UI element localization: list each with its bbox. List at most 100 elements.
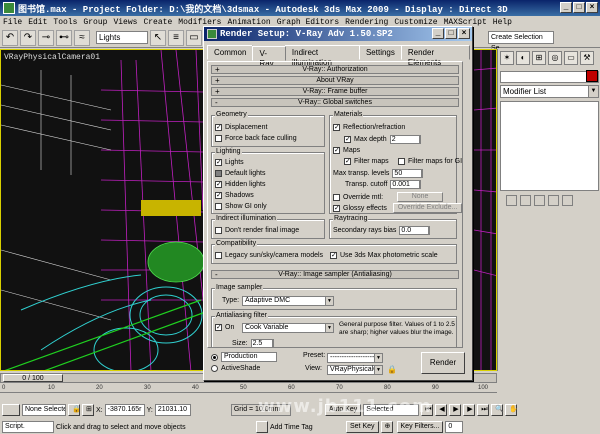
viewport-label[interactable]: VRayPhysicalCamera01 — [4, 53, 100, 62]
tab-vray[interactable]: V-Ray — [252, 46, 286, 68]
hidden-lights-checkbox[interactable]: ✓ Hidden lights — [215, 181, 265, 188]
aa-size-input[interactable]: 2.5 — [250, 339, 273, 347]
select-by-name-icon[interactable]: ≡ — [168, 29, 184, 46]
render-button[interactable]: Render — [421, 352, 465, 374]
transp-cutoff-input[interactable]: 0.001 — [390, 180, 421, 189]
lights-checkbox[interactable]: ✓ Lights — [215, 159, 244, 166]
named-selection-select[interactable]: Create Selection Se — [488, 31, 554, 52]
menu-group[interactable]: Group — [80, 18, 110, 27]
create-tab-icon[interactable]: ✶ — [500, 51, 514, 65]
view-select[interactable]: VRayPhysicalC ▼ — [327, 365, 383, 375]
pin-stack-icon[interactable] — [506, 195, 517, 206]
transp-cutoff-spinner[interactable] — [420, 180, 426, 189]
maximize-icon[interactable]: □ — [573, 2, 585, 13]
shadows-checkbox[interactable]: ✓ Shadows — [215, 192, 254, 199]
next-frame-icon[interactable]: ▶ — [463, 404, 476, 416]
object-name-field[interactable] — [500, 71, 599, 83]
maxscript-listener-icon[interactable] — [2, 404, 20, 416]
dont-render-final-checkbox[interactable]: Don't render final image — [215, 227, 299, 234]
dialog-maximize-icon[interactable]: □ — [445, 28, 457, 39]
app-icon[interactable] — [3, 2, 15, 14]
select-link-icon[interactable]: ⊸ — [38, 29, 54, 46]
set-key-icon[interactable]: ⊕ — [380, 421, 393, 433]
default-lights-checkbox[interactable]: Default lights — [215, 170, 265, 177]
preset-select[interactable]: ---------------------- ▼ — [327, 353, 383, 363]
play-icon[interactable]: ▶ — [449, 404, 462, 416]
motion-tab-icon[interactable]: ◎ — [548, 51, 562, 65]
rollout-global-switches[interactable]: - V-Ray:: Global switches — [211, 98, 459, 107]
sampler-type-select[interactable]: Adaptive DMC ▼ — [242, 296, 334, 306]
rect-selection-icon[interactable]: ▭ — [186, 29, 202, 46]
glossy-effects-checkbox[interactable]: ✓ — [333, 204, 340, 212]
configure-sets-icon[interactable] — [562, 195, 573, 206]
override-exclude-button[interactable]: Override Exclude... — [392, 203, 462, 213]
time-slider-handle[interactable]: 0 / 100 — [3, 374, 63, 382]
override-mtl-button[interactable]: None — [397, 192, 444, 202]
unlink-icon[interactable]: ⊷ — [56, 29, 72, 46]
set-key-button[interactable]: Set Key — [346, 421, 379, 433]
antialiasing-on-checkbox[interactable]: ✓ On — [215, 324, 234, 331]
modify-tab-icon[interactable]: ◐ — [516, 51, 530, 65]
zoom-icon[interactable]: 🔍 — [491, 404, 504, 416]
max-depth-checkbox[interactable]: ✓ — [344, 136, 351, 143]
rollout-image-sampler[interactable]: - V-Ray:: Image sampler (Antialiasing) — [211, 270, 459, 279]
add-time-tag[interactable]: Add Time Tag — [270, 424, 340, 431]
aa-size-spinner[interactable] — [272, 339, 278, 347]
absolute-mode-icon[interactable]: ⊞ — [82, 404, 94, 416]
rollout-frame-buffer[interactable]: + V-Ray:: Frame buffer — [211, 87, 459, 96]
selection-filter-select[interactable]: Lights — [96, 31, 148, 44]
prev-frame-icon[interactable]: ◀ — [435, 404, 448, 416]
tab-indirect-illumination[interactable]: Indirect illumination — [284, 45, 360, 67]
menu-tools[interactable]: Tools — [50, 18, 80, 27]
menu-create[interactable]: Create — [140, 18, 175, 27]
redo-icon[interactable]: ↷ — [20, 29, 36, 46]
make-unique-icon[interactable] — [534, 195, 545, 206]
x-coordinate-input[interactable]: -3870.165r — [104, 404, 145, 416]
time-tag-icon[interactable] — [256, 421, 268, 433]
utilities-tab-icon[interactable]: ⚒ — [580, 51, 594, 65]
y-coordinate-input[interactable]: 21031.10 — [154, 404, 191, 416]
modifier-stack[interactable] — [500, 101, 599, 191]
close-icon[interactable]: × — [586, 2, 598, 13]
rollout-authorization[interactable]: + V-Ray:: Authorization — [211, 65, 459, 74]
maxscript-mini-listener[interactable]: Script. — [2, 421, 54, 433]
max-depth-input[interactable]: 2 — [389, 135, 420, 144]
menu-help[interactable]: Help — [490, 18, 515, 27]
remove-modifier-icon[interactable] — [548, 195, 559, 206]
menu-file[interactable]: File — [0, 18, 25, 27]
menu-edit[interactable]: Edit — [25, 18, 50, 27]
tab-render-elements[interactable]: Render Elements — [400, 45, 470, 67]
undo-icon[interactable]: ↶ — [2, 29, 18, 46]
force-backface-checkbox[interactable]: Force back face culling — [215, 135, 297, 142]
key-filters-button[interactable]: Key Filters... — [396, 421, 444, 433]
production-radio[interactable]: Production — [211, 352, 277, 362]
menu-views[interactable]: Views — [110, 18, 140, 27]
override-mtl-checkbox[interactable] — [333, 193, 340, 201]
show-gi-only-checkbox[interactable]: Show GI only — [215, 203, 267, 210]
dialog-minimize-icon[interactable]: _ — [432, 28, 444, 39]
bind-space-warp-icon[interactable]: ≈ — [74, 29, 90, 46]
object-color-swatch[interactable] — [586, 70, 598, 82]
show-end-result-icon[interactable] — [520, 195, 531, 206]
dialog-close-icon[interactable]: × — [458, 28, 470, 39]
reflection-refraction-checkbox[interactable]: ✓ Reflection/refraction — [333, 124, 405, 131]
track-bar[interactable]: 0 10 20 30 40 50 60 70 80 90 100 — [0, 383, 497, 393]
secondary-bias-spinner[interactable] — [429, 226, 435, 235]
modifier-list-select[interactable]: Modifier List ▼ — [500, 85, 599, 98]
pan-icon[interactable]: ✋ — [505, 404, 518, 416]
hierarchy-tab-icon[interactable]: ⊞ — [532, 51, 546, 65]
filter-maps-checkbox[interactable]: ✓ Filter maps — [344, 158, 389, 165]
select-object-icon[interactable]: ↖ — [150, 29, 166, 46]
minimize-icon[interactable]: _ — [560, 2, 572, 13]
secondary-bias-input[interactable]: 0.0 — [399, 226, 430, 235]
rollout-about[interactable]: + About VRay — [211, 76, 459, 85]
displacement-checkbox[interactable]: ✓ Displacement — [215, 124, 267, 131]
maps-checkbox[interactable]: ✓ Maps — [333, 147, 360, 154]
max-transp-input[interactable]: 50 — [392, 169, 423, 178]
goto-end-icon[interactable]: ⏭ — [477, 404, 490, 416]
display-tab-icon[interactable]: ▭ — [564, 51, 578, 65]
current-frame-input[interactable]: 0 — [445, 421, 464, 433]
tab-common[interactable]: Common — [207, 45, 254, 60]
lock-selection-icon[interactable]: 🔒 — [68, 404, 81, 416]
legacy-sun-checkbox[interactable]: Legacy sun/sky/camera models — [215, 252, 323, 259]
